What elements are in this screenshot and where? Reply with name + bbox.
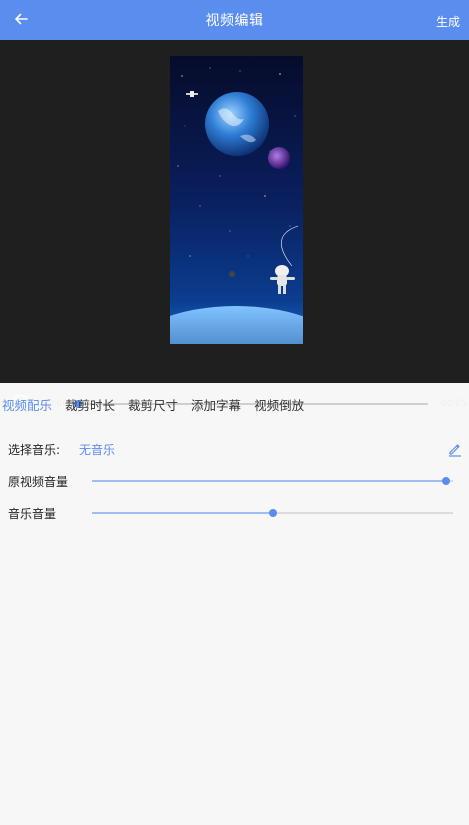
tab-video-music[interactable]: 视频配乐: [2, 395, 52, 417]
edit-tabs: 视频配乐 裁剪时长 裁剪尺寸 添加字幕 视频倒放: [0, 395, 317, 417]
page-title: 视频编辑: [205, 13, 264, 29]
music-volume-slider[interactable]: [92, 509, 453, 517]
slider-fill: [92, 512, 273, 514]
space-scene-image: [170, 56, 303, 344]
video-player: 00:00 00:05: [0, 40, 469, 414]
tab-crop-size[interactable]: 裁剪尺寸: [128, 395, 178, 417]
original-volume-slider[interactable]: [92, 477, 453, 485]
tab-add-subtitle[interactable]: 添加字幕: [191, 395, 241, 417]
video-preview[interactable]: [170, 56, 303, 344]
app-header: 视频编辑 生成: [0, 0, 469, 40]
slider-handle[interactable]: [268, 509, 277, 517]
music-volume-label: 音乐音量: [8, 507, 57, 521]
generate-button[interactable]: 生成: [436, 13, 460, 30]
music-value[interactable]: 无音乐: [79, 441, 115, 458]
pencil-icon[interactable]: [447, 441, 463, 457]
select-music-label: 选择音乐:: [8, 443, 61, 457]
total-time: 00:05: [441, 399, 467, 409]
slider-handle[interactable]: [441, 477, 450, 485]
original-volume-label: 原视频音量: [8, 475, 69, 489]
tab-reverse-video[interactable]: 视频倒放: [254, 395, 304, 417]
slider-fill: [92, 480, 446, 482]
tab-trim-duration[interactable]: 裁剪时长: [65, 395, 115, 417]
